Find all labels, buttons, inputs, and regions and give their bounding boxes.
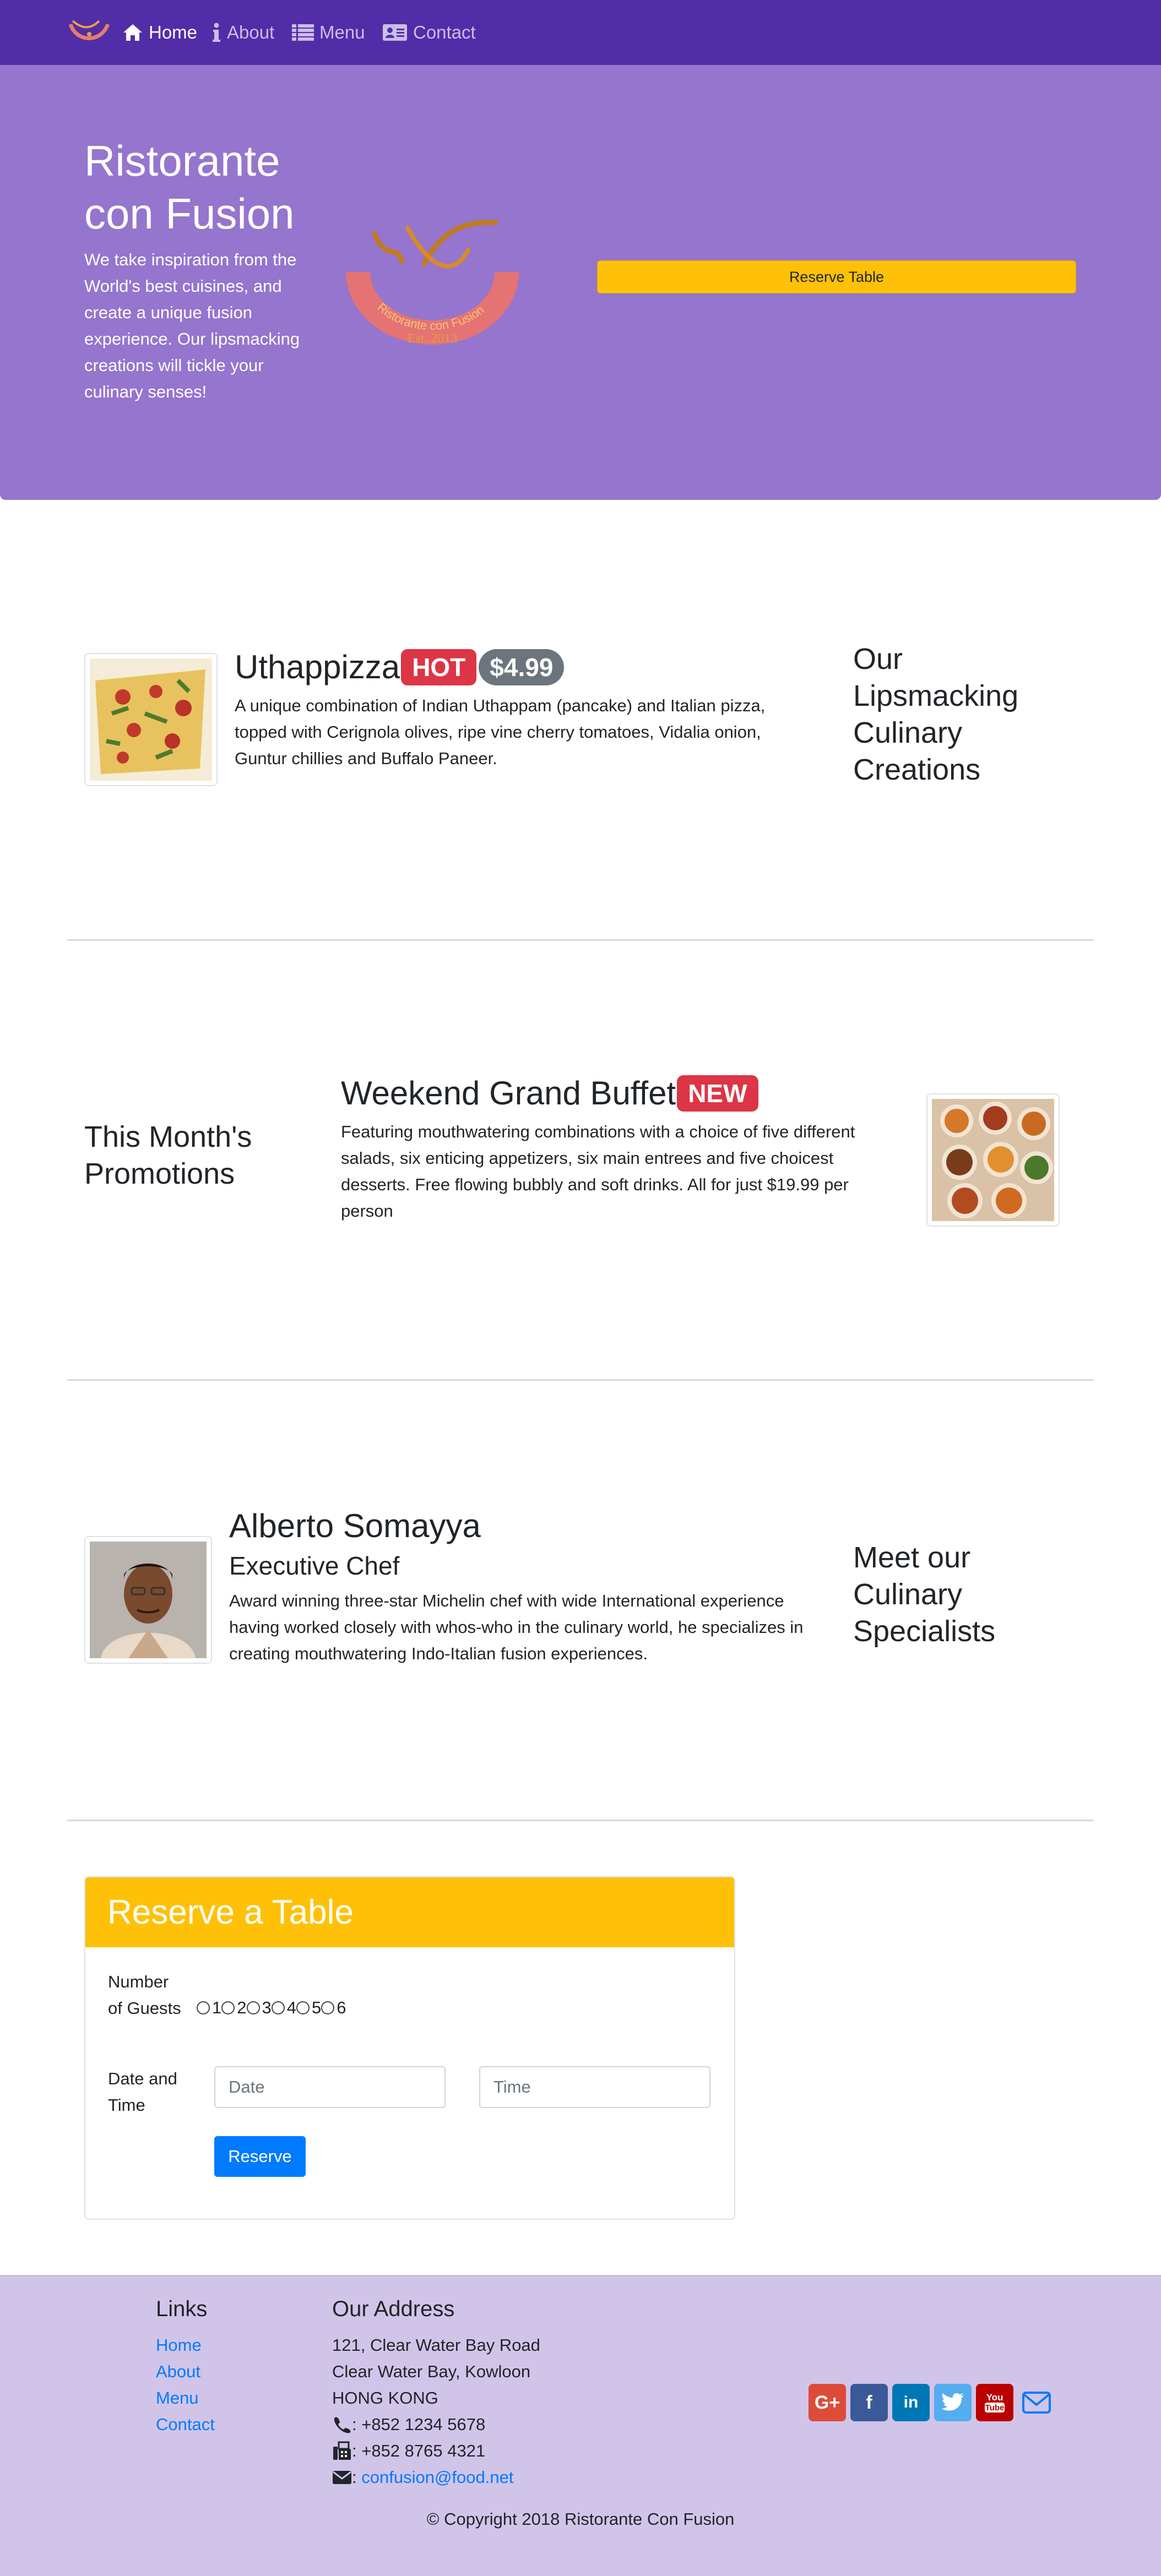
home-icon [123, 24, 142, 41]
nav-item-label: Home [149, 22, 198, 42]
guests-option-label: 4 [286, 1998, 296, 2017]
dish-section-heading: Our Lipsmacking Culinary Creations [853, 642, 1019, 786]
dish-name: Uthappizza [235, 649, 400, 685]
phone-icon [334, 2417, 351, 2433]
logo-est: Est. 2013 [408, 331, 458, 346]
mail-icon[interactable] [1018, 2384, 1055, 2421]
linkedin-icon[interactable]: in [892, 2384, 930, 2421]
guests-radio-3[interactable] [246, 2001, 260, 2014]
twitter-icon[interactable] [934, 2384, 972, 2421]
promotion-section-heading: This Month's Promotions [84, 1120, 252, 1190]
restaurant-logo: Ristorante con Fusion Est. 2013 [346, 220, 519, 346]
dish-title-row: Uthappizza HOT $4.99 [235, 647, 818, 687]
dish-description: A unique combination of Indian Uthappam … [235, 696, 766, 768]
promotion-media-body: Weekend Grand Buffet NEW Featuring mouth… [341, 1074, 903, 1224]
guests-option-label: 6 [337, 1998, 346, 2017]
copyright: © Copyright 2018 Ristorante Con Fusion [426, 2509, 735, 2529]
date-input[interactable] [214, 2066, 446, 2108]
footer-address: 121, Clear Water Bay Road Clear Water Ba… [332, 2332, 540, 2491]
envelope-icon [333, 2471, 351, 2484]
guests-radio-4[interactable] [271, 2001, 285, 2014]
youtube-icon[interactable]: You Tube [976, 2384, 1013, 2421]
svg-text:You: You [986, 2392, 1003, 2403]
phone-number: : +852 1234 5678 [352, 2415, 486, 2434]
footer-links: Home About Menu Contact [156, 2332, 215, 2438]
google-plus-icon[interactable]: G+ [809, 2384, 846, 2421]
leader-section-heading: Meet our Culinary Specialists [853, 1541, 996, 1648]
dish-image [84, 653, 218, 786]
divider [67, 1379, 1094, 1381]
time-input[interactable] [479, 2066, 710, 2108]
promotion-name: Weekend Grand Buffet [341, 1075, 676, 1112]
promotion-description: Featuring mouthwatering combinations wit… [341, 1122, 855, 1221]
address-line: 121, Clear Water Bay Road [332, 2335, 540, 2355]
email-link[interactable]: confusion@food.net [361, 2464, 513, 2491]
footer-link-menu[interactable]: Menu [156, 2385, 215, 2411]
guests-radio-2[interactable] [221, 2001, 235, 2014]
address-line: Clear Water Bay, Kowloon [332, 2362, 531, 2381]
guests-label: Number of Guests [108, 1972, 181, 2018]
nav-item-label: Contact [413, 22, 476, 42]
guests-radio-5[interactable] [296, 2001, 310, 2014]
email-line: : confusion@food.net [332, 2464, 540, 2491]
guests-radio-1[interactable] [197, 2001, 210, 2014]
address-line: HONG KONG [332, 2388, 438, 2408]
divider [67, 1820, 1094, 1821]
dish-media-body: Uthappizza HOT $4.99 A unique combinatio… [235, 647, 818, 772]
leader-designation: Executive Chef [229, 1551, 400, 1580]
reserve-table-button[interactable]: Reserve Table [597, 260, 1076, 293]
reservation-card-header: Reserve a Table [85, 1877, 734, 1947]
brand-logo-icon[interactable] [67, 18, 111, 47]
fax-line: : +852 8765 4321 [332, 2438, 540, 2464]
nav-item-contact[interactable]: Contact [382, 20, 476, 45]
jumbotron-title: Ristorante con Fusion [84, 137, 295, 238]
guests-option-label: 3 [262, 1998, 272, 2017]
reservation-card: Reserve a Table [84, 1876, 735, 2220]
hot-badge: HOT [401, 649, 477, 685]
fax-icon [333, 2441, 351, 2460]
guests-option-label: 5 [312, 1998, 322, 2017]
footer-link-contact[interactable]: Contact [156, 2411, 215, 2438]
guests-option-label: 1 [212, 1998, 222, 2017]
buffet-image [932, 1099, 1054, 1221]
new-badge: NEW [677, 1075, 758, 1112]
list-icon [292, 24, 314, 41]
reserve-submit-button[interactable]: Reserve [214, 2136, 306, 2177]
divider [67, 939, 1094, 941]
address-card-icon [383, 24, 407, 41]
nav-item-menu[interactable]: Menu [292, 20, 365, 45]
footer-links-heading: Links [156, 2297, 208, 2321]
promotion-title-row: Weekend Grand Buffet NEW [341, 1074, 903, 1113]
guests-option-label: 2 [237, 1998, 247, 2017]
leader-description: Award winning three-star Michelin chef w… [229, 1591, 804, 1663]
nav-item-about[interactable]: About [211, 20, 274, 45]
fax-number: : +852 8765 4321 [352, 2441, 486, 2460]
svg-text:Tube: Tube [985, 2403, 1005, 2412]
leader-name: Alberto Somayya [229, 1507, 481, 1544]
chef-photo [90, 1542, 207, 1658]
leader-image [84, 1536, 212, 1664]
nav-item-home[interactable]: Home [122, 20, 197, 45]
social-links: G+ f in You Tube [809, 2384, 1055, 2421]
footer-link-about[interactable]: About [156, 2359, 215, 2385]
jumbotron-description: We take inspiration from the World's bes… [84, 250, 300, 401]
pizza-image [90, 658, 212, 781]
email-prefix: : [352, 2468, 362, 2487]
facebook-icon[interactable]: f [850, 2384, 888, 2421]
price-badge: $4.99 [479, 649, 565, 685]
footer-link-home[interactable]: Home [156, 2332, 215, 2359]
info-icon [213, 23, 220, 42]
promotion-image [926, 1093, 1060, 1227]
datetime-label: Date and Time [108, 2069, 177, 2115]
guests-radio-6[interactable] [321, 2001, 335, 2014]
footer-address-heading: Our Address [332, 2297, 455, 2321]
phone-line: : +852 1234 5678 [332, 2411, 540, 2438]
leader-media-body: Alberto Somayya Executive Chef Award win… [229, 1506, 824, 1667]
guests-radio-group: 1 2 3 4 5 6 [197, 1998, 346, 2018]
nav-item-label: Menu [319, 22, 365, 42]
nav-item-label: About [227, 22, 275, 42]
